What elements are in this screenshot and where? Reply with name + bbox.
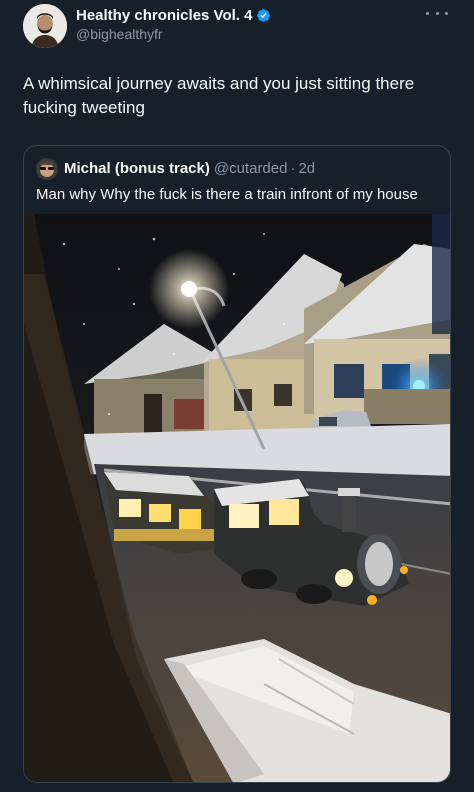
quoted-tweet[interactable]: Michal (bonus track) @cutarded · 2d Man … [23,145,451,783]
verified-badge-icon [257,9,271,22]
quoted-avatar-icon [36,158,58,180]
separator-dot: · [290,160,296,177]
author-name-row[interactable]: Healthy chronicles Vol. 4 [76,7,271,24]
author-name[interactable]: Healthy chronicles Vol. 4 [76,7,252,24]
author-avatar[interactable] [23,4,67,48]
profile-avatar-icon [23,4,67,48]
quoted-author-name[interactable]: Michal (bonus track) [64,160,210,177]
quoted-author-avatar[interactable] [36,158,58,180]
quoted-author-handle[interactable]: @cutarded [214,160,288,177]
tweet-text: A whimsical journey awaits and you just … [23,74,415,117]
author-handle[interactable]: @bighealthyfr [76,26,163,42]
quoted-timestamp[interactable]: 2d [298,160,315,177]
quoted-text: Man why Why the fuck is there a train in… [36,186,418,203]
photo-night-snow-street-train [24,214,450,782]
more-options-icon[interactable] [426,6,448,20]
quoted-photo[interactable] [24,214,450,782]
quoted-header: Michal (bonus track) @cutarded · 2d [64,160,315,177]
tweet[interactable]: Healthy chronicles Vol. 4 @bighealthyfr … [0,0,474,792]
